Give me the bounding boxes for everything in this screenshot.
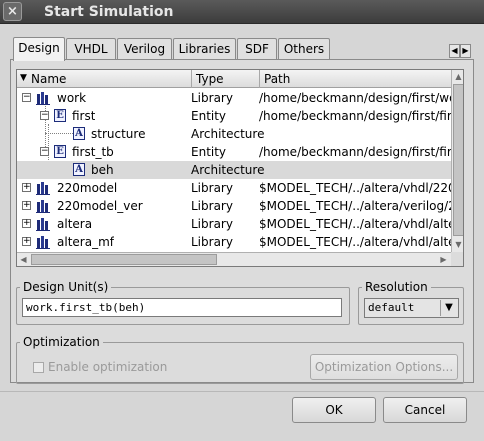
- row-type: Library: [191, 199, 233, 213]
- tree-row[interactable]: − E first Entity /home/beckmann/design/f…: [17, 107, 451, 125]
- row-path: /home/beckmann/design/first/first.vhd: [259, 109, 451, 123]
- tree-row-selected[interactable]: A beh Architecture: [17, 161, 451, 179]
- resolution-select[interactable]: default ▼: [364, 298, 459, 318]
- window-title: Start Simulation: [44, 4, 174, 20]
- tab-verilog[interactable]: Verilog: [117, 38, 172, 60]
- enable-optimization-checkbox[interactable]: [33, 362, 44, 373]
- row-name: altera: [57, 217, 93, 231]
- scroll-down-icon[interactable]: ▼: [452, 238, 463, 251]
- row-name: first: [72, 109, 96, 123]
- tab-scroll-right-icon[interactable]: ▶: [460, 44, 471, 58]
- library-icon: [36, 200, 50, 213]
- column-header-type[interactable]: Type: [192, 70, 260, 88]
- tab-vhdl[interactable]: VHDL: [66, 38, 116, 60]
- close-icon[interactable]: ×: [3, 2, 22, 21]
- horizontal-scroll-thumb[interactable]: [31, 254, 217, 265]
- sort-down-icon: ▼: [20, 73, 27, 83]
- column-path-label: Path: [264, 72, 291, 86]
- row-type: Entity: [191, 109, 227, 123]
- expand-icon[interactable]: +: [22, 237, 31, 246]
- horizontal-scrollbar[interactable]: ◀ ▶: [17, 252, 451, 266]
- entity-icon: E: [54, 109, 66, 122]
- row-type: Library: [191, 217, 233, 231]
- enable-optimization-label: Enable optimization: [48, 360, 168, 374]
- row-name: 220model: [57, 181, 118, 195]
- resolution-label: Resolution: [362, 280, 431, 294]
- tree-row[interactable]: + 220model_ver Library $MODEL_TECH/../al…: [17, 197, 451, 215]
- column-header-path[interactable]: Path: [260, 70, 451, 88]
- expand-icon[interactable]: +: [22, 219, 31, 228]
- architecture-icon: A: [73, 127, 85, 140]
- row-name: first_tb: [72, 145, 114, 159]
- ok-button[interactable]: OK: [292, 397, 376, 423]
- row-name: work: [57, 91, 87, 105]
- scroll-up-icon[interactable]: ▲: [452, 70, 463, 83]
- row-path: $MODEL_TECH/../altera/vhdl/altera_mf: [259, 235, 451, 249]
- tree-row[interactable]: − work Library /home/beckmann/design/fir…: [17, 89, 451, 107]
- expand-icon[interactable]: +: [22, 201, 31, 210]
- library-icon: [36, 182, 50, 195]
- row-name: 220model_ver: [57, 199, 143, 213]
- tab-scroll-left-icon[interactable]: ◀: [449, 44, 460, 58]
- architecture-icon: A: [73, 163, 85, 176]
- tree-row[interactable]: A structure Architecture: [17, 125, 451, 143]
- tree-row[interactable]: + altera Library $MODEL_TECH/../altera/v…: [17, 215, 451, 233]
- tab-libraries[interactable]: Libraries: [173, 38, 236, 60]
- vertical-scroll-thumb[interactable]: [453, 84, 463, 236]
- entity-icon: E: [54, 145, 66, 158]
- design-unit-label: Design Unit(s): [20, 280, 112, 294]
- row-path: /home/beckmann/design/first/work: [259, 91, 451, 105]
- row-type: Library: [191, 91, 233, 105]
- row-type: Architecture: [191, 163, 265, 177]
- resolution-value: default: [368, 301, 415, 314]
- library-icon: [36, 236, 50, 249]
- row-path: /home/beckmann/design/first/first_tb.vhd: [259, 145, 451, 159]
- tab-sdf[interactable]: SDF: [237, 38, 277, 60]
- optimization-label: Optimization: [20, 335, 103, 349]
- scroll-right-icon[interactable]: ▶: [437, 253, 450, 266]
- optimization-options-button[interactable]: Optimization Options...: [310, 354, 458, 380]
- column-name-label: Name: [31, 72, 67, 86]
- row-type: Entity: [191, 145, 227, 159]
- cancel-button[interactable]: Cancel: [383, 397, 467, 423]
- title-bar: × Start Simulation: [0, 0, 484, 24]
- design-tree[interactable]: ▼ Name Type Path − work Library /home/be…: [16, 69, 464, 267]
- scrollbar-corner: [451, 252, 463, 266]
- design-unit-input[interactable]: work.first_tb(beh): [22, 298, 342, 317]
- row-type: Library: [191, 235, 233, 249]
- tab-others[interactable]: Others: [278, 38, 330, 60]
- row-type: Library: [191, 181, 233, 195]
- tree-row[interactable]: − E first_tb Entity /home/beckmann/desig…: [17, 143, 451, 161]
- row-name: structure: [91, 127, 146, 141]
- row-path: $MODEL_TECH/../altera/vhdl/220model: [259, 181, 451, 195]
- library-icon: [36, 92, 50, 105]
- library-icon: [36, 218, 50, 231]
- collapse-icon[interactable]: −: [40, 111, 49, 120]
- tree-row[interactable]: + altera_mf Library $MODEL_TECH/../alter…: [17, 233, 451, 251]
- row-path: $MODEL_TECH/../altera/verilog/220model: [259, 199, 451, 213]
- tab-design[interactable]: Design: [13, 37, 65, 61]
- row-path: $MODEL_TECH/../altera/vhdl/altera: [259, 217, 451, 231]
- expand-icon[interactable]: +: [22, 183, 31, 192]
- row-name: altera_mf: [57, 235, 114, 249]
- row-type: Architecture: [191, 127, 265, 141]
- tree-header: ▼ Name Type Path: [17, 70, 451, 88]
- collapse-icon[interactable]: −: [40, 147, 49, 156]
- vertical-scrollbar[interactable]: ▲ ▼: [451, 70, 463, 252]
- column-header-name[interactable]: ▼ Name: [17, 70, 192, 88]
- collapse-icon[interactable]: −: [22, 93, 31, 102]
- scroll-left-icon[interactable]: ◀: [17, 253, 30, 266]
- dropdown-arrow-icon[interactable]: ▼: [440, 300, 457, 316]
- column-type-label: Type: [196, 72, 224, 86]
- tree-row[interactable]: + 220model Library $MODEL_TECH/../altera…: [17, 179, 451, 197]
- row-name: beh: [91, 163, 114, 177]
